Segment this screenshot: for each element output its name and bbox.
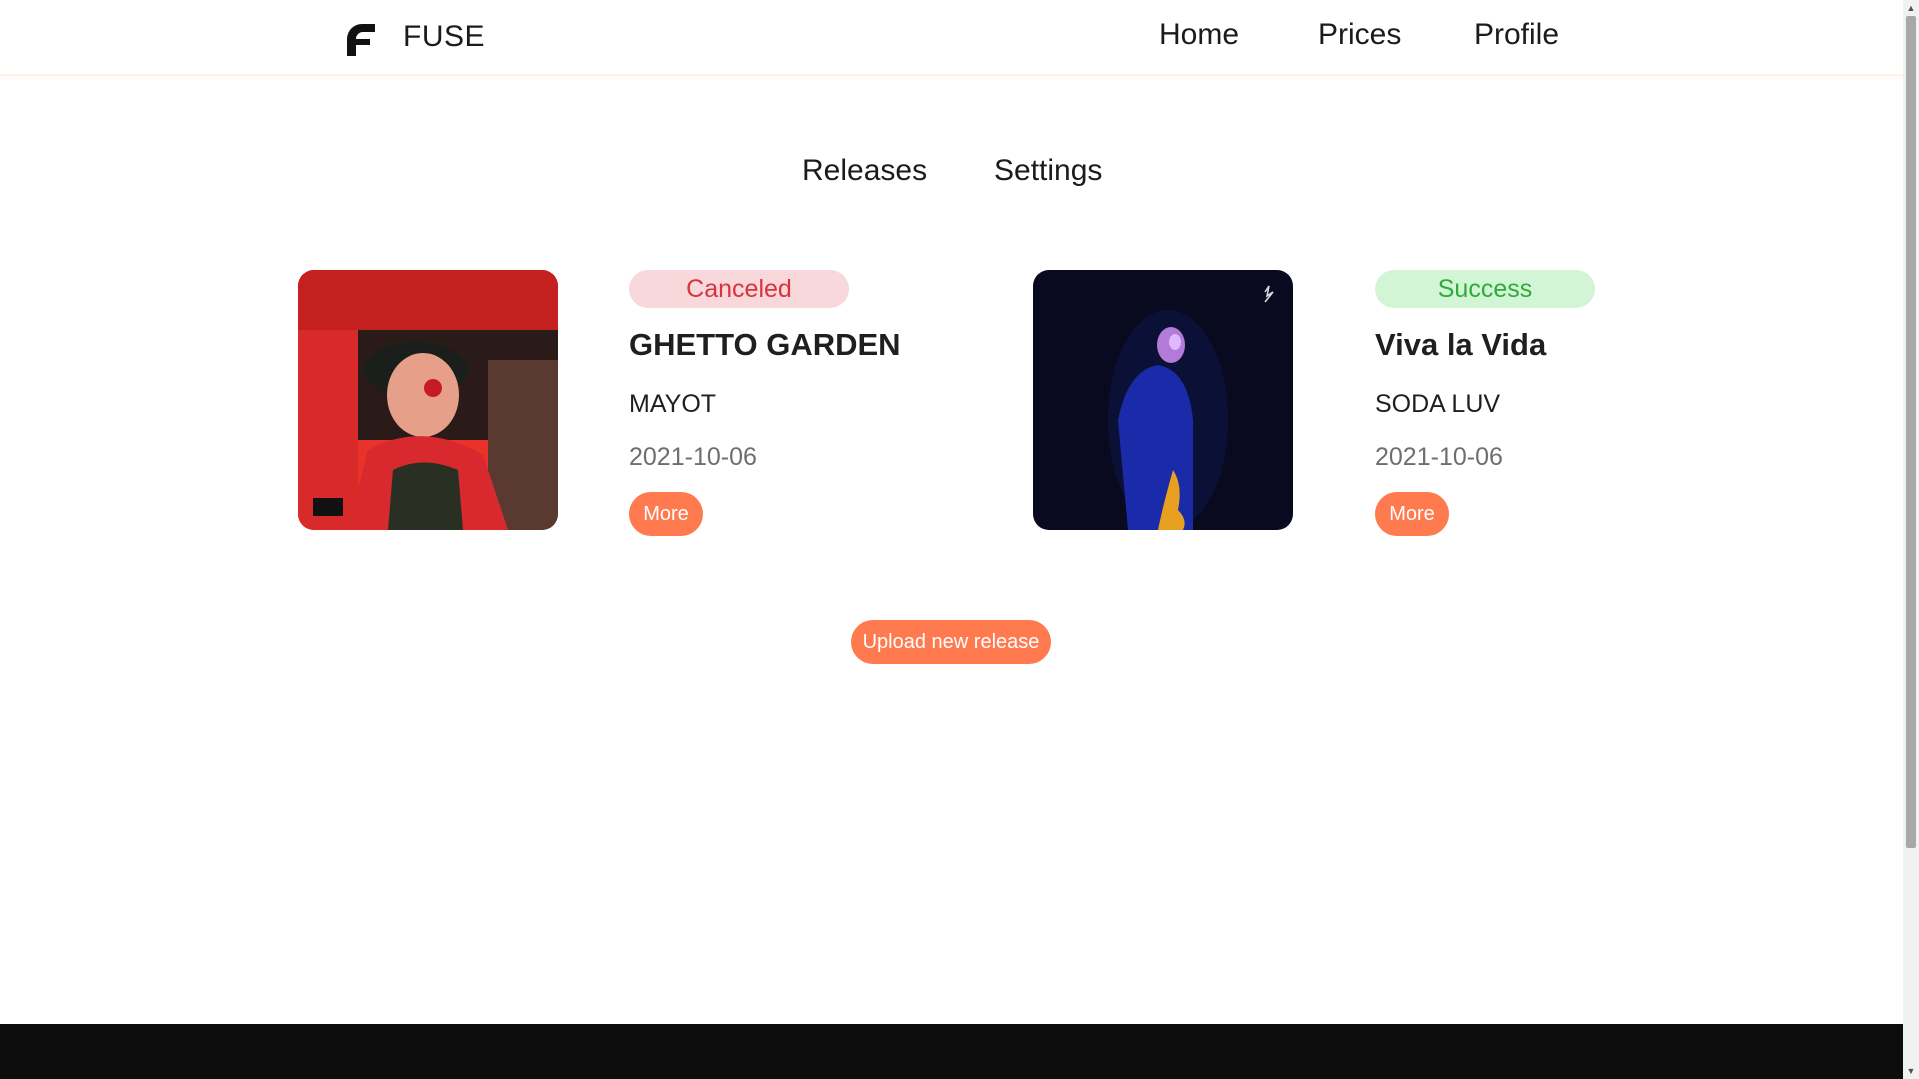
site-footer bbox=[0, 1024, 1903, 1079]
nav-profile[interactable]: Profile bbox=[1474, 18, 1559, 52]
status-badge-canceled: Canceled bbox=[629, 270, 849, 308]
page: FUSE Home Prices Profile Releases Settin… bbox=[0, 0, 1919, 1079]
nav-prices[interactable]: Prices bbox=[1318, 18, 1401, 52]
vertical-scrollbar[interactable]: ▲ ▼ bbox=[1903, 0, 1919, 1079]
site-header: FUSE Home Prices Profile bbox=[0, 0, 1903, 76]
upload-new-release-button[interactable]: Upload new release bbox=[851, 620, 1051, 664]
release-title: GHETTO GARDEN bbox=[629, 327, 901, 362]
album-cover-image bbox=[1033, 270, 1293, 530]
release-artist: MAYOT bbox=[629, 390, 717, 418]
tab-settings[interactable]: Settings bbox=[994, 154, 1102, 188]
release-title: Viva la Vida bbox=[1375, 327, 1547, 362]
brand-name[interactable]: FUSE bbox=[403, 20, 485, 54]
more-button[interactable]: More bbox=[629, 492, 703, 536]
scroll-down-arrow-icon[interactable]: ▼ bbox=[1903, 1063, 1919, 1079]
scrollbar-thumb[interactable] bbox=[1906, 16, 1916, 848]
release-cover-ghetto-garden[interactable] bbox=[298, 270, 558, 530]
more-button[interactable]: More bbox=[1375, 492, 1449, 536]
fuse-logo-icon[interactable] bbox=[343, 22, 377, 56]
nav-home[interactable]: Home bbox=[1159, 18, 1239, 52]
release-date: 2021-10-06 bbox=[1375, 443, 1503, 471]
status-badge-success: Success bbox=[1375, 270, 1595, 308]
release-date: 2021-10-06 bbox=[629, 443, 757, 471]
tab-releases[interactable]: Releases bbox=[802, 154, 927, 188]
release-artist: SODA LUV bbox=[1375, 390, 1501, 418]
album-cover-image bbox=[298, 270, 558, 530]
release-cover-viva-la-vida[interactable] bbox=[1033, 270, 1293, 530]
scroll-up-arrow-icon[interactable]: ▲ bbox=[1903, 0, 1919, 16]
